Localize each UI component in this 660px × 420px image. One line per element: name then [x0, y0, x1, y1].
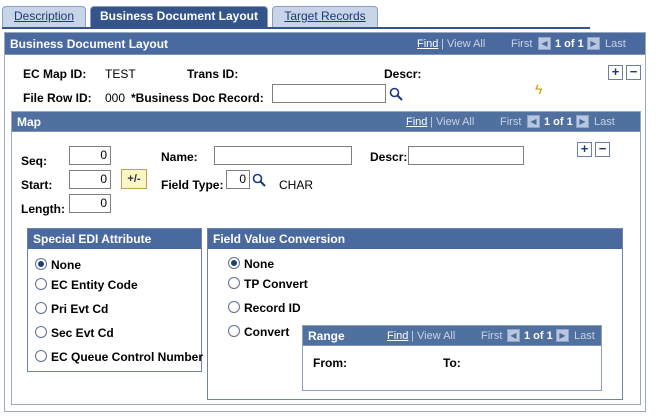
- range-panel: Range Find | View All First ◀ 1 of 1 ▶ L…: [302, 325, 602, 391]
- main-prev-arrow-icon[interactable]: ◀: [538, 37, 551, 50]
- seq-label: Seq:: [21, 154, 48, 168]
- range-title: Range: [308, 329, 345, 343]
- range-next-arrow-icon[interactable]: ▶: [556, 329, 569, 342]
- fvc-record-id-label: Record ID: [244, 301, 301, 315]
- edi-none-label: None: [51, 258, 81, 272]
- trans-id-label: Trans ID:: [187, 67, 239, 81]
- map-add-row-button[interactable]: +: [577, 142, 592, 157]
- file-row-id-label: File Row ID:: [23, 91, 92, 105]
- main-last: Last: [605, 38, 626, 50]
- special-edi-title: Special EDI Attribute: [33, 232, 152, 246]
- field-type-description: CHAR: [279, 178, 314, 192]
- name-input[interactable]: [214, 146, 352, 165]
- tab-underline: [2, 27, 590, 29]
- plus-minus-button[interactable]: +/-: [121, 169, 147, 189]
- field-value-conversion-title: Field Value Conversion: [213, 232, 346, 246]
- tab-target-records[interactable]: Target Records: [272, 6, 378, 27]
- map-next-arrow-icon[interactable]: ▶: [576, 115, 589, 128]
- fvc-tp-convert-label: TP Convert: [244, 277, 308, 291]
- range-from-label: From:: [313, 356, 347, 370]
- field-type-lookup-icon[interactable]: [252, 173, 266, 187]
- map-panel: Map Find | View All First ◀ 1 of 1 ▶ Las…: [11, 111, 641, 405]
- fvc-record-id-radio[interactable]: [228, 301, 240, 313]
- map-prev-arrow-icon[interactable]: ◀: [527, 115, 540, 128]
- fvc-none-label: None: [244, 257, 274, 271]
- range-find-link[interactable]: Find: [387, 330, 408, 342]
- main-find-link[interactable]: Find: [417, 38, 438, 50]
- map-descr-input[interactable]: [408, 146, 524, 165]
- map-view-all: View All: [436, 116, 475, 128]
- map-first: First: [500, 116, 522, 128]
- edi-entity-code-label: EC Entity Code: [51, 278, 138, 292]
- main-view-all: View All: [447, 38, 486, 50]
- special-edi-header: Special EDI Attribute: [28, 229, 201, 249]
- map-panel-title: Map: [17, 115, 41, 129]
- range-separator: |: [411, 330, 414, 342]
- add-row-button[interactable]: +: [608, 65, 623, 80]
- ec-map-id-value: TEST: [105, 67, 136, 81]
- map-count: 1 of 1: [544, 116, 573, 128]
- range-prev-arrow-icon[interactable]: ◀: [507, 329, 520, 342]
- ec-map-id-label: EC Map ID:: [23, 67, 87, 81]
- fvc-none-radio[interactable]: [228, 257, 240, 269]
- main-panel-header: Business Document Layout Find | View All…: [5, 33, 645, 55]
- tab-business-document-layout[interactable]: Business Document Layout: [90, 6, 268, 28]
- map-panel-header: Map Find | View All First ◀ 1 of 1 ▶ Las…: [12, 112, 640, 132]
- start-label: Start:: [21, 178, 53, 192]
- field-value-conversion-header: Field Value Conversion: [208, 229, 622, 249]
- edi-pri-evt-cd-radio[interactable]: [35, 302, 47, 314]
- main-first: First: [511, 38, 533, 50]
- length-label: Length:: [21, 202, 65, 216]
- lightning-icon: ϟ: [535, 81, 543, 97]
- map-delete-row-button[interactable]: −: [595, 142, 610, 157]
- file-row-id-value: 000: [105, 91, 126, 105]
- fvc-convert-radio[interactable]: [228, 325, 240, 337]
- map-find-link[interactable]: Find: [406, 116, 427, 128]
- field-type-label: Field Type:: [161, 178, 224, 192]
- business-document-layout-panel: Business Document Layout Find | View All…: [4, 32, 646, 412]
- edi-queue-control-number-radio[interactable]: [35, 350, 47, 362]
- field-value-conversion-group: Field Value Conversion None TP Convert R…: [207, 228, 623, 400]
- main-separator: |: [441, 38, 444, 50]
- edi-pri-evt-cd-label: Pri Evt Cd: [51, 302, 109, 316]
- range-to-label: To:: [443, 356, 461, 370]
- edi-none-radio[interactable]: [35, 258, 47, 270]
- lookup-icon[interactable]: [389, 87, 403, 101]
- range-last: Last: [574, 330, 595, 342]
- start-input[interactable]: 0: [69, 170, 111, 189]
- fvc-tp-convert-radio[interactable]: [228, 277, 240, 289]
- main-count: 1 of 1: [555, 38, 584, 50]
- map-last: Last: [594, 116, 615, 128]
- edi-sec-evt-cd-radio[interactable]: [35, 326, 47, 338]
- map-separator: |: [430, 116, 433, 128]
- field-type-input[interactable]: 0: [226, 170, 250, 189]
- name-label: Name:: [161, 150, 198, 164]
- range-view-all: View All: [417, 330, 456, 342]
- business-doc-record-label: *Business Doc Record:: [131, 91, 264, 105]
- main-panel-title: Business Document Layout: [10, 37, 169, 51]
- descr-label: Descr:: [384, 67, 422, 81]
- map-descr-label: Descr:: [370, 150, 408, 164]
- fvc-convert-label: Convert: [244, 325, 290, 339]
- edi-queue-control-number-label: EC Queue Control Number: [51, 350, 204, 364]
- edi-entity-code-radio[interactable]: [35, 278, 47, 290]
- range-count: 1 of 1: [524, 330, 553, 342]
- range-panel-header: Range Find | View All First ◀ 1 of 1 ▶ L…: [303, 326, 601, 346]
- special-edi-attribute-group: Special EDI Attribute None EC Entity Cod…: [27, 228, 204, 372]
- edi-sec-evt-cd-label: Sec Evt Cd: [51, 326, 114, 340]
- seq-input[interactable]: 0: [69, 146, 111, 165]
- main-next-arrow-icon[interactable]: ▶: [587, 37, 600, 50]
- business-doc-record-input[interactable]: [272, 84, 386, 103]
- range-first: First: [481, 330, 503, 342]
- tab-description[interactable]: Description: [2, 6, 86, 27]
- delete-row-button[interactable]: −: [626, 65, 641, 80]
- length-input[interactable]: 0: [69, 194, 111, 213]
